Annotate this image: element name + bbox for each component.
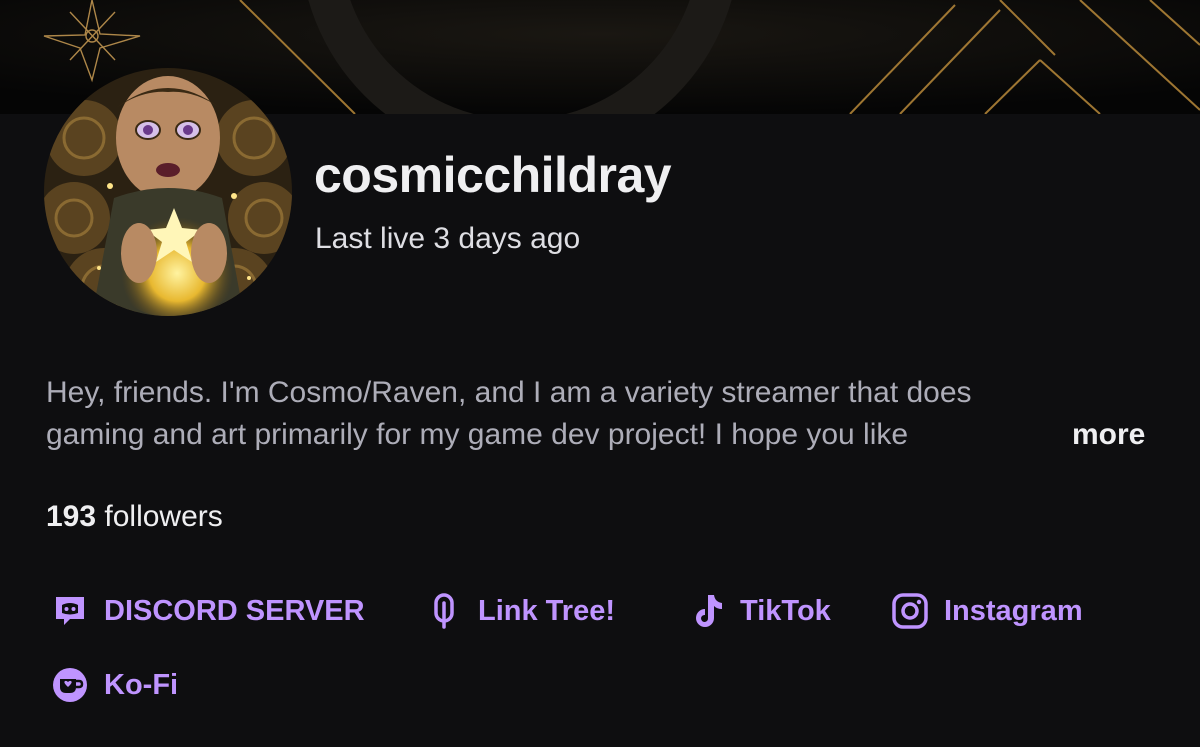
social-link-label: Link Tree! xyxy=(478,594,615,627)
discord-icon xyxy=(48,589,92,633)
channel-about-panel: cosmicchildray Last live 3 days ago Hey,… xyxy=(0,0,1200,747)
channel-avatar[interactable] xyxy=(44,68,292,316)
social-link-kofi[interactable]: Ko-Fi xyxy=(48,662,178,708)
linktree-icon xyxy=(422,589,466,633)
social-link-label: TikTok xyxy=(740,594,831,627)
channel-username: cosmicchildray xyxy=(314,147,672,203)
social-link-discord[interactable]: DISCORD SERVER xyxy=(48,588,365,634)
social-link-label: Instagram xyxy=(944,594,1083,627)
bio-line: Hey, friends. I'm Cosmo/Raven, and I am … xyxy=(46,376,972,409)
social-link-label: DISCORD SERVER xyxy=(104,594,365,627)
bio-more-button[interactable]: more xyxy=(1072,414,1145,456)
social-link-label: Ko-Fi xyxy=(104,668,179,701)
kofi-icon xyxy=(48,663,92,707)
channel-bio: Hey, friends. I'm Cosmo/Raven, and I am … xyxy=(46,372,1156,456)
followers-count: 193 followers xyxy=(46,500,223,534)
social-link-linktree[interactable]: Link Tree! xyxy=(422,588,615,634)
followers-number: 193 xyxy=(46,500,97,533)
social-link-tiktok[interactable]: TikTok xyxy=(684,588,831,634)
bio-line: gaming and art primarily for my game dev… xyxy=(46,418,909,451)
social-link-instagram[interactable]: Instagram xyxy=(888,588,1083,634)
last-live-status: Last live 3 days ago xyxy=(315,222,581,255)
instagram-icon xyxy=(888,589,932,633)
followers-label: followers xyxy=(96,500,223,533)
tiktok-icon xyxy=(684,589,728,633)
